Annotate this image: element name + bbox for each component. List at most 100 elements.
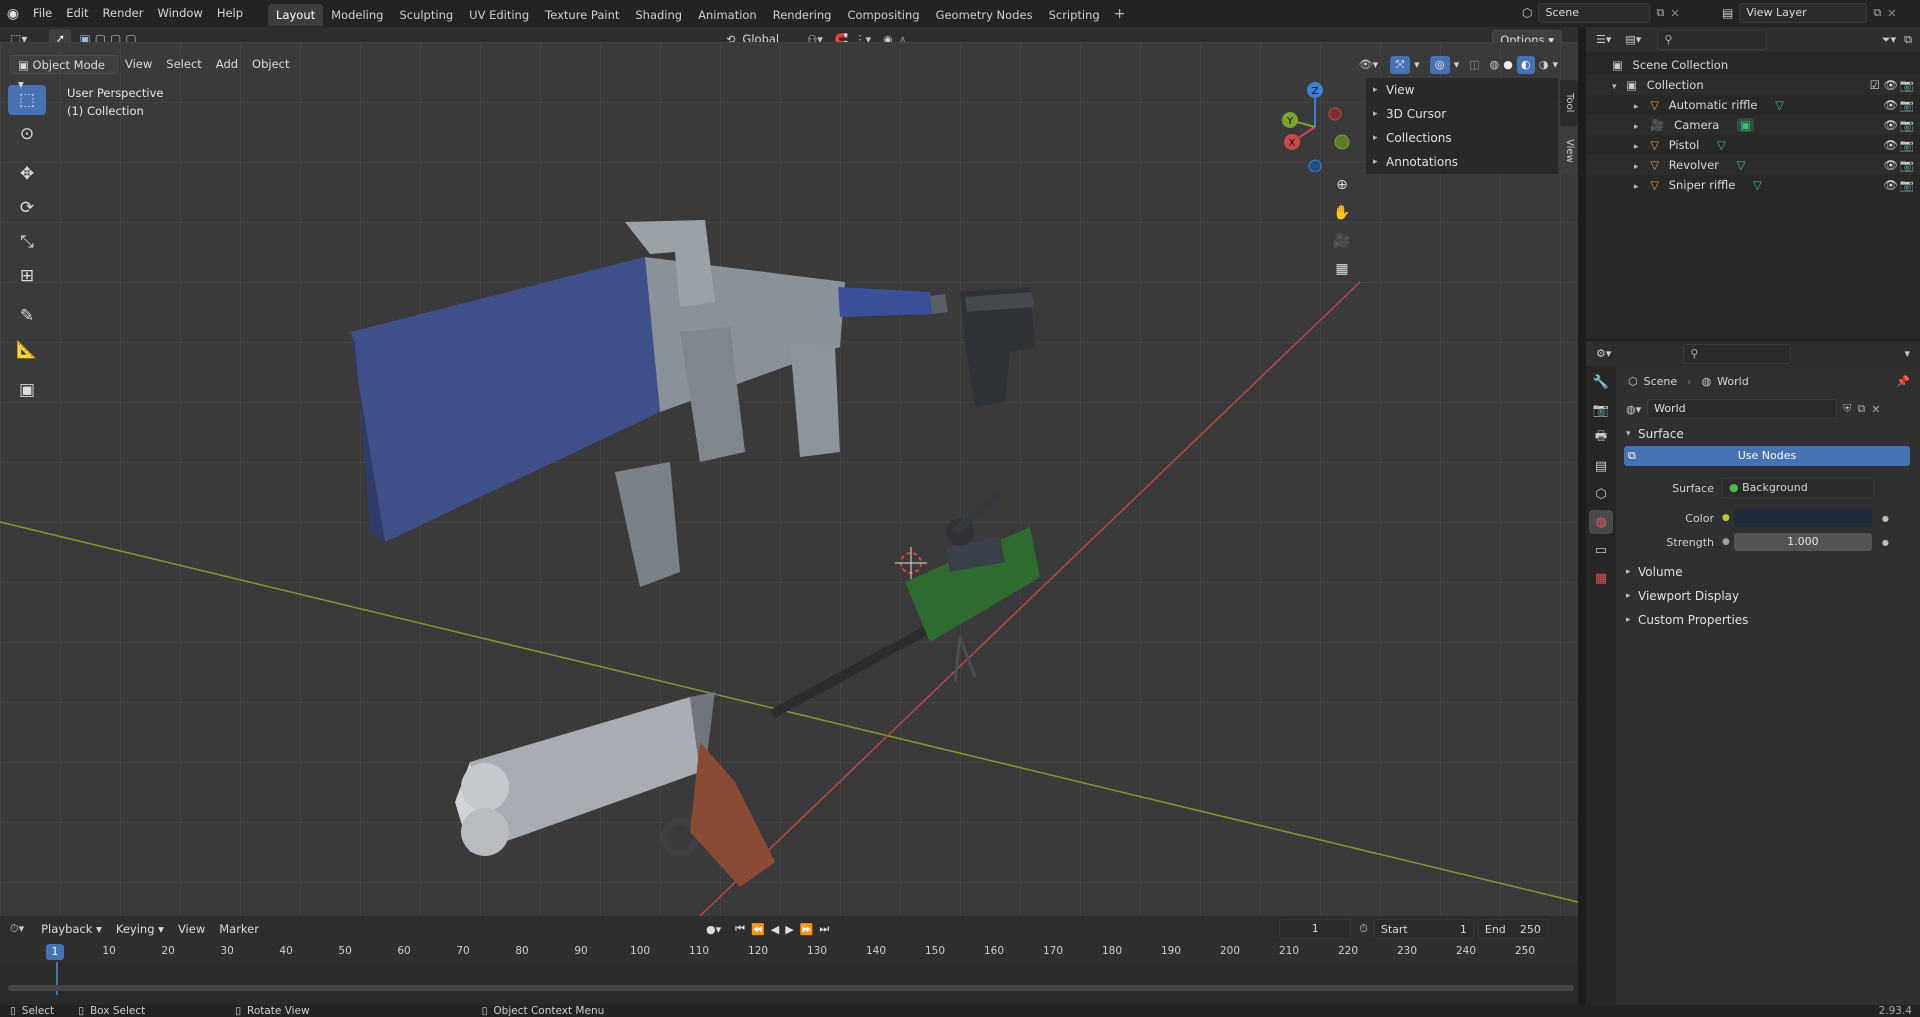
wireframe-shading-icon[interactable]: ◍ [1490, 58, 1500, 71]
jump-end-icon[interactable]: ⏭ [819, 922, 829, 936]
frame-ruler[interactable]: 1 10 20 30 40 50 60 70 80 90 100 110 120 130 140 150 16… [0, 942, 1578, 962]
timeline-track-area[interactable] [0, 962, 1578, 995]
mesh-data-icon[interactable]: ▽ [1775, 98, 1784, 112]
outliner-item-sniper-riffle[interactable]: ▸ ▽ Sniper riffle ▽ 👁 📷 [1586, 175, 1920, 195]
scene-close-icon[interactable]: ✕ [1670, 7, 1679, 20]
jump-start-icon[interactable]: ⏮ [735, 922, 745, 936]
tab-texture-paint[interactable]: Texture Paint [537, 4, 627, 26]
solid-shading-icon[interactable]: ● [1503, 58, 1513, 71]
viewport-menu-select[interactable]: Select [159, 55, 208, 74]
mesh-data-icon[interactable]: ▽ [1737, 158, 1746, 172]
camera-view-icon[interactable]: 🎥 [1330, 233, 1354, 261]
annotate-tool-icon[interactable]: ✎ [8, 301, 46, 331]
rotate-tool-icon[interactable]: ⟳ [8, 193, 46, 223]
view-layer-close-icon[interactable]: ✕ [1887, 7, 1896, 20]
overlay-toggle-icon[interactable]: ◎ [1429, 55, 1450, 74]
new-collection-icon[interactable]: ⧉ [1904, 33, 1912, 47]
expand-arrow-icon[interactable]: ▸ [1634, 102, 1639, 112]
rendered-shading-icon[interactable]: ◑ [1539, 58, 1549, 71]
tab-scripting[interactable]: Scripting [1041, 4, 1108, 26]
hide-eye-icon[interactable]: 👁 [1883, 155, 1898, 175]
scene-duplicate-icon[interactable]: ⧉ [1656, 6, 1664, 20]
scene-name[interactable]: Scene [1538, 3, 1651, 23]
tab-animation[interactable]: Animation [690, 4, 765, 26]
world-properties-icon[interactable]: ◍ [1589, 510, 1613, 534]
3d-viewport[interactable]: User Perspective (1) Collection Z Y X ⊕ … [0, 42, 1578, 916]
world-unlink-icon[interactable]: ✕ [1871, 403, 1880, 416]
scale-tool-icon[interactable]: ⤡ [8, 227, 46, 257]
npanel-3d-cursor-section[interactable]: 3D Cursor [1366, 102, 1558, 126]
jump-keyframe-back-icon[interactable]: ⏪ [751, 923, 765, 936]
tab-shading[interactable]: Shading [627, 4, 690, 26]
blender-logo-icon[interactable]: ◉ [0, 6, 26, 22]
mesh-data-icon[interactable]: ▽ [1717, 138, 1726, 152]
collapse-arrow-icon[interactable]: ▾ [1612, 82, 1617, 92]
keying-menu[interactable]: Keying ▾ [109, 920, 171, 939]
render-camera-icon[interactable]: 📷 [1900, 135, 1914, 155]
start-frame-field[interactable]: Start 1 [1373, 919, 1474, 939]
pistol-model[interactable] [960, 287, 1035, 407]
add-cube-tool-icon[interactable]: ▣ [8, 375, 46, 405]
viewport-menu-add[interactable]: Add [209, 55, 245, 74]
world-duplicate-icon[interactable]: ⧉ [1857, 402, 1865, 416]
display-mode-icon[interactable]: ▤▾ [1625, 33, 1641, 46]
select-box-icon[interactable]: ⬚ [8, 85, 46, 115]
tool-properties-icon[interactable]: 🔧 [1589, 370, 1613, 394]
material-shading-icon[interactable]: ◐ [1516, 55, 1535, 74]
end-frame-field[interactable]: End 250 [1477, 919, 1548, 939]
play-icon[interactable]: ▶ [785, 923, 793, 936]
zoom-icon[interactable]: ⊕ [1330, 177, 1354, 205]
npanel-view-section[interactable]: View [1366, 78, 1558, 102]
menu-file[interactable]: File [26, 0, 59, 27]
keyframe-dot-icon[interactable]: ● [1882, 514, 1889, 523]
camera-data-icon[interactable]: ▣ [1736, 118, 1754, 132]
tab-geometry-nodes[interactable]: Geometry Nodes [928, 4, 1041, 26]
automatic-rifle-model[interactable] [350, 220, 948, 587]
preview-range-icon[interactable]: ⏱ [1359, 922, 1368, 936]
tab-rendering[interactable]: Rendering [765, 4, 840, 26]
shading-dropdown-icon[interactable]: ▾ [1552, 58, 1558, 71]
navigation-gizmo[interactable]: Z Y X [1270, 82, 1360, 172]
surface-section-header[interactable]: ▾ Surface [1616, 422, 1920, 446]
timeline-editor-icon[interactable]: ⏱▾ [10, 922, 24, 936]
menu-edit[interactable]: Edit [59, 0, 95, 27]
tab-uv-editing[interactable]: UV Editing [461, 4, 537, 26]
world-color-swatch[interactable] [1733, 509, 1872, 527]
expand-arrow-icon[interactable]: ▸ [1634, 182, 1639, 192]
pin-icon[interactable]: 📌 [1896, 375, 1910, 388]
perspective-toggle-icon[interactable]: ▦ [1330, 261, 1354, 289]
cursor-tool-icon[interactable]: ⊙ [8, 119, 46, 149]
tab-sculpting[interactable]: Sculpting [391, 4, 461, 26]
render-camera-icon[interactable]: 📷 [1900, 115, 1914, 135]
tab-layout[interactable]: Layout [268, 4, 324, 26]
render-properties-icon[interactable]: 📷 [1589, 398, 1613, 422]
gizmo-dropdown-icon[interactable]: ▾ [1414, 58, 1420, 71]
menu-window[interactable]: Window [150, 0, 209, 27]
texture-properties-icon[interactable]: ▦ [1589, 566, 1613, 590]
volume-section-header[interactable]: ▸ Volume [1616, 560, 1920, 584]
outliner-item-camera[interactable]: ▸ 🎥 Camera ▣ 👁 📷 [1586, 115, 1920, 135]
strength-slider[interactable]: 1.000 [1733, 533, 1872, 551]
world-browse-icon[interactable]: ◍▾ [1626, 403, 1641, 416]
view-layer-duplicate-icon[interactable]: ⧉ [1873, 6, 1881, 20]
collection-properties-icon[interactable]: ▭ [1589, 538, 1613, 562]
surface-shader-field[interactable]: ● Background [1722, 478, 1874, 498]
scene-properties-icon[interactable]: ⬡ [1589, 482, 1613, 506]
filter-icon[interactable]: ⏷▾ [1882, 33, 1896, 47]
pan-hand-icon[interactable]: ✋ [1330, 205, 1354, 233]
use-nodes-button[interactable]: ⧉ Use Nodes [1624, 446, 1910, 466]
outliner-editor-icon[interactable]: ☰▾ [1596, 33, 1611, 46]
move-tool-icon[interactable]: ✥ [8, 159, 46, 189]
mesh-data-icon[interactable]: ▽ [1753, 178, 1762, 192]
marker-menu[interactable]: Marker [212, 920, 266, 939]
npanel-collections-section[interactable]: Collections [1366, 126, 1558, 150]
render-camera-icon[interactable]: 📷 [1900, 175, 1914, 195]
scene-selector[interactable]: ⬡ Scene ⧉ ✕ [1522, 3, 1680, 23]
outliner-search-input[interactable]: ⚲ [1657, 29, 1768, 50]
hide-eye-icon[interactable]: 👁 [1883, 115, 1898, 135]
hide-eye-icon[interactable]: 👁 [1883, 175, 1898, 195]
hide-eye-icon[interactable]: 👁 [1883, 95, 1898, 115]
npanel-annotations-section[interactable]: Annotations [1366, 150, 1558, 174]
expand-arrow-icon[interactable]: ▸ [1634, 142, 1639, 152]
menu-render[interactable]: Render [96, 0, 151, 27]
